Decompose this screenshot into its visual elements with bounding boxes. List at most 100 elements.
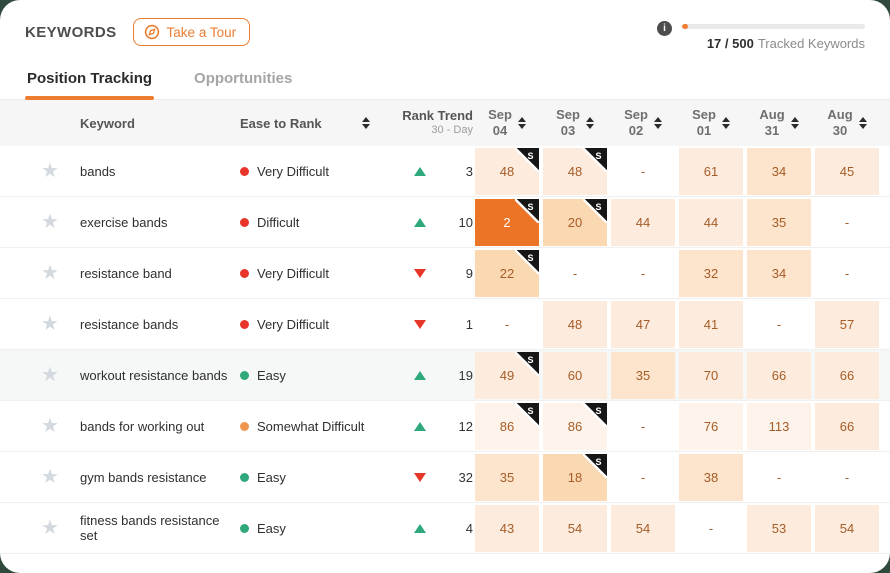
keyword-label: resistance bands	[80, 316, 179, 332]
table-header: Keyword Ease to Rank Rank Trend 30 - Day…	[0, 100, 890, 146]
table-row: ★ resistance bands Very Difficult 1 - 48 47 41 -…	[0, 299, 890, 350]
rank-value: 48	[567, 163, 583, 179]
rank-heat-cell: 44	[679, 198, 743, 246]
tour-button-label: Take a Tour	[166, 24, 237, 40]
sort-icon[interactable]	[585, 117, 594, 129]
sponsored-badge: S	[514, 146, 540, 175]
favorite-star-icon[interactable]: ★	[41, 365, 59, 385]
rank-trend-value: 32	[458, 469, 473, 485]
rank-heat-cell: 18 S	[543, 452, 608, 501]
date-header-label: Sep 03	[556, 107, 580, 138]
favorite-star-icon[interactable]: ★	[41, 467, 59, 487]
rank-heat-cell: -	[815, 199, 879, 246]
ease-level-dot-icon	[240, 166, 249, 176]
sort-icon[interactable]	[517, 117, 526, 129]
rank-value: 43	[499, 520, 515, 536]
rank-value: 86	[499, 418, 515, 434]
favorite-star-icon[interactable]: ★	[41, 314, 59, 334]
keyword-label: resistance band	[80, 265, 172, 281]
rank-trend-cell: 19	[378, 368, 473, 383]
rank-heat-cell: 20 S	[543, 197, 608, 246]
sort-icon[interactable]	[653, 117, 662, 129]
rank-heat-cell: 66	[747, 351, 811, 399]
rank-trend-value: 3	[465, 163, 473, 179]
svg-text:S: S	[595, 151, 601, 161]
favorite-star-icon[interactable]: ★	[41, 212, 59, 232]
date-column-headers: Sep 04 Sep 03 Sep 02 Sep 01 Aug 31 Aug 30	[473, 107, 881, 138]
rank-heat-cell: -	[679, 505, 743, 552]
rank-heat-cell: 48	[543, 300, 607, 348]
rank-heat-cell: 86 S	[475, 401, 540, 450]
column-header-date: Sep 01	[677, 107, 745, 138]
sponsored-badge: S	[514, 350, 540, 379]
ease-to-rank-value: Easy	[230, 470, 378, 485]
date-header-label: Sep 02	[624, 107, 648, 138]
rank-heat-cell: 54	[815, 504, 879, 552]
rank-heat-cell: 35	[475, 453, 539, 501]
rank-value: 2	[503, 214, 511, 230]
rank-trend-cell: 10	[378, 215, 473, 230]
table-row: ★ workout resistance bands Easy 19 49 S 60 35 70…	[0, 350, 890, 401]
rank-value: 48	[567, 316, 583, 332]
rank-value: 44	[703, 214, 719, 230]
quota-count: 17 / 500	[706, 36, 754, 51]
rank-value: -	[844, 265, 850, 281]
rank-heat-cell: 113	[747, 402, 811, 450]
rank-value: 38	[703, 469, 719, 485]
ease-level-label: Easy	[257, 469, 286, 485]
favorite-star-icon[interactable]: ★	[41, 161, 59, 181]
rank-heat-cell: 48 S	[543, 146, 608, 195]
ease-level-dot-icon	[240, 523, 249, 533]
rank-value: 61	[703, 163, 719, 179]
rank-value: 70	[703, 367, 719, 383]
rank-trend-cell: 3	[378, 164, 473, 179]
sort-icon[interactable]	[362, 117, 370, 129]
rank-heat-cell: -	[611, 454, 675, 501]
column-header-date: Sep 03	[541, 107, 609, 138]
ease-level-label: Difficult	[257, 214, 300, 230]
rank-trend-cell: 32	[378, 470, 473, 485]
column-header-date: Sep 04	[473, 107, 541, 138]
tab-position-tracking[interactable]: Position Tracking	[25, 64, 155, 100]
sponsored-badge: S	[514, 401, 540, 430]
rank-value: 54	[635, 520, 651, 536]
take-a-tour-button[interactable]: Take a Tour	[132, 18, 251, 46]
sort-icon[interactable]	[858, 117, 867, 129]
rank-trend-value: 12	[458, 418, 473, 434]
trend-up-icon	[414, 370, 426, 380]
table-row: ★ bands for working out Somewhat Difficult…	[0, 401, 890, 452]
favorite-star-icon[interactable]: ★	[41, 518, 59, 538]
rank-trend-cell: 9	[378, 266, 473, 281]
ease-to-rank-value: Very Difficult	[230, 266, 378, 281]
trend-up-icon	[414, 523, 426, 533]
rank-value: 66	[839, 418, 855, 434]
sort-icon[interactable]	[721, 117, 730, 129]
ease-level-dot-icon	[240, 268, 249, 278]
trend-up-icon	[414, 421, 426, 431]
table-row: ★ bands Very Difficult 3 48 S 48 S - 61 34 45	[0, 146, 890, 197]
tab-opportunities[interactable]: Opportunities	[192, 64, 294, 99]
column-header-date: Sep 02	[609, 107, 677, 138]
rank-heat-cell: 47	[611, 300, 675, 348]
tab-bar: Position Tracking Opportunities	[0, 64, 890, 100]
info-icon[interactable]: i	[657, 21, 672, 36]
rank-value: 45	[839, 163, 855, 179]
rank-heat-cell: 76	[679, 402, 743, 450]
svg-text:S: S	[527, 253, 533, 263]
rank-value: 54	[567, 520, 583, 536]
sort-icon[interactable]	[790, 117, 799, 129]
rank-value: -	[640, 469, 646, 485]
rank-heat-cell: 66	[815, 402, 879, 450]
tracked-keywords-quota: 17 / 500 Tracked Keywords	[682, 20, 865, 51]
rank-trend-value: 9	[465, 265, 473, 281]
rank-value: -	[844, 214, 850, 230]
favorite-star-icon[interactable]: ★	[41, 263, 59, 283]
sponsored-badge: S	[514, 248, 540, 277]
rank-heat-cell: 57	[815, 300, 879, 348]
rank-trend-cell: 4	[378, 521, 473, 536]
favorite-star-icon[interactable]: ★	[41, 416, 59, 436]
rank-value: -	[640, 418, 646, 434]
rank-value: 49	[499, 367, 515, 383]
column-header-ease-to-rank: Ease to Rank	[230, 116, 378, 131]
svg-text:S: S	[527, 202, 533, 212]
